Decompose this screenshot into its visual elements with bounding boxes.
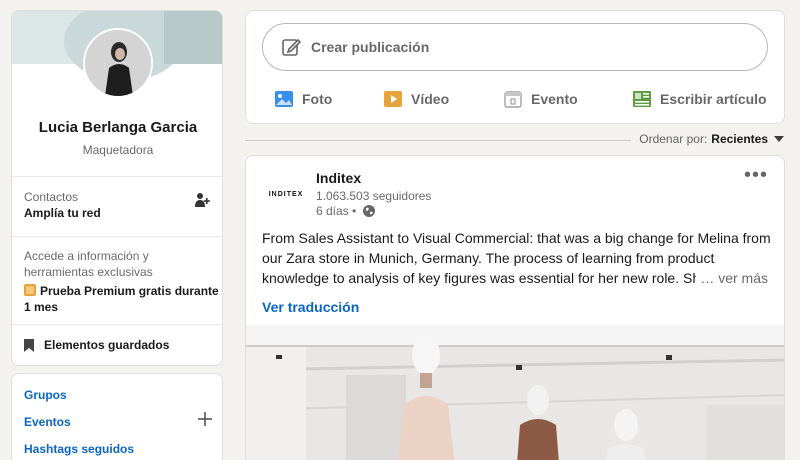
feed-post: INDITEX Inditex 1.063.503 seguidores 6 d… — [245, 155, 785, 460]
saved-items-label: Elementos guardados — [44, 338, 170, 352]
profile-name[interactable]: Lucia Berlanga Garcia — [12, 119, 222, 136]
premium-icon — [24, 284, 36, 296]
post-time: 6 días • — [316, 204, 357, 218]
video-label: Vídeo — [411, 91, 450, 107]
company-name[interactable]: Inditex — [316, 170, 361, 186]
share-box: Crear publicación Foto Vídeo Evento Escr… — [245, 10, 785, 124]
event-label: Evento — [531, 91, 578, 107]
grow-network-link[interactable]: Amplía tu red — [24, 206, 101, 220]
avatar[interactable] — [83, 28, 153, 98]
video-icon — [384, 91, 402, 107]
write-article-button[interactable]: Escribir artículo — [632, 87, 767, 111]
photo-label: Foto — [302, 91, 333, 107]
see-translation-link[interactable]: Ver traducción — [262, 299, 359, 315]
calendar-icon — [504, 91, 522, 108]
post-timestamp: 6 días • — [316, 204, 376, 218]
video-button[interactable]: Vídeo — [383, 87, 449, 111]
contacts-label[interactable]: Contactos — [24, 190, 78, 204]
photo-icon — [275, 91, 293, 107]
divider — [12, 176, 222, 177]
sort-divider — [245, 140, 631, 141]
followed-hashtags-link[interactable]: Hashtags seguidos — [24, 442, 134, 456]
article-icon — [633, 91, 651, 107]
create-post-input[interactable]: Crear publicación — [262, 23, 768, 71]
sort-label: Ordenar por: — [639, 132, 708, 146]
divider — [12, 236, 222, 237]
bookmark-icon — [24, 338, 34, 352]
see-more-link[interactable]: … ver más — [696, 268, 768, 288]
saved-items-link[interactable]: Elementos guardados — [24, 338, 169, 352]
photo-button[interactable]: Foto — [274, 87, 332, 111]
profile-headline: Maquetadora — [82, 143, 154, 157]
write-article-label: Escribir artículo — [660, 91, 767, 107]
add-event-plus-icon[interactable] — [198, 412, 212, 426]
create-post-placeholder: Crear publicación — [311, 39, 430, 55]
premium-promo-text: Accede a información y herramientas excl… — [24, 249, 153, 279]
caret-down-icon — [774, 136, 784, 142]
company-logo[interactable]: INDITEX — [262, 170, 310, 218]
events-link[interactable]: Eventos — [24, 415, 71, 429]
sort-value: Recientes — [711, 132, 768, 146]
more-options-icon[interactable]: ••• — [744, 165, 768, 185]
event-button[interactable]: Evento — [503, 87, 578, 111]
premium-trial-label: Prueba Premium gratis durante 1 mes — [24, 284, 219, 314]
profile-card: Lucia Berlanga Garcia Maquetadora Contac… — [11, 10, 223, 366]
communities-card: Grupos Eventos Hashtags seguidos — [11, 373, 223, 460]
company-followers: 1.063.503 seguidores — [316, 189, 432, 203]
premium-trial-link[interactable]: Prueba Premium gratis durante 1 mes — [24, 283, 219, 315]
divider — [12, 324, 222, 325]
groups-link[interactable]: Grupos — [24, 388, 67, 402]
sort-dropdown[interactable]: Ordenar por: Recientes — [639, 132, 784, 146]
globe-icon — [363, 205, 376, 217]
add-person-icon[interactable] — [194, 192, 210, 208]
edit-icon — [282, 38, 301, 56]
post-image[interactable] — [246, 325, 785, 460]
